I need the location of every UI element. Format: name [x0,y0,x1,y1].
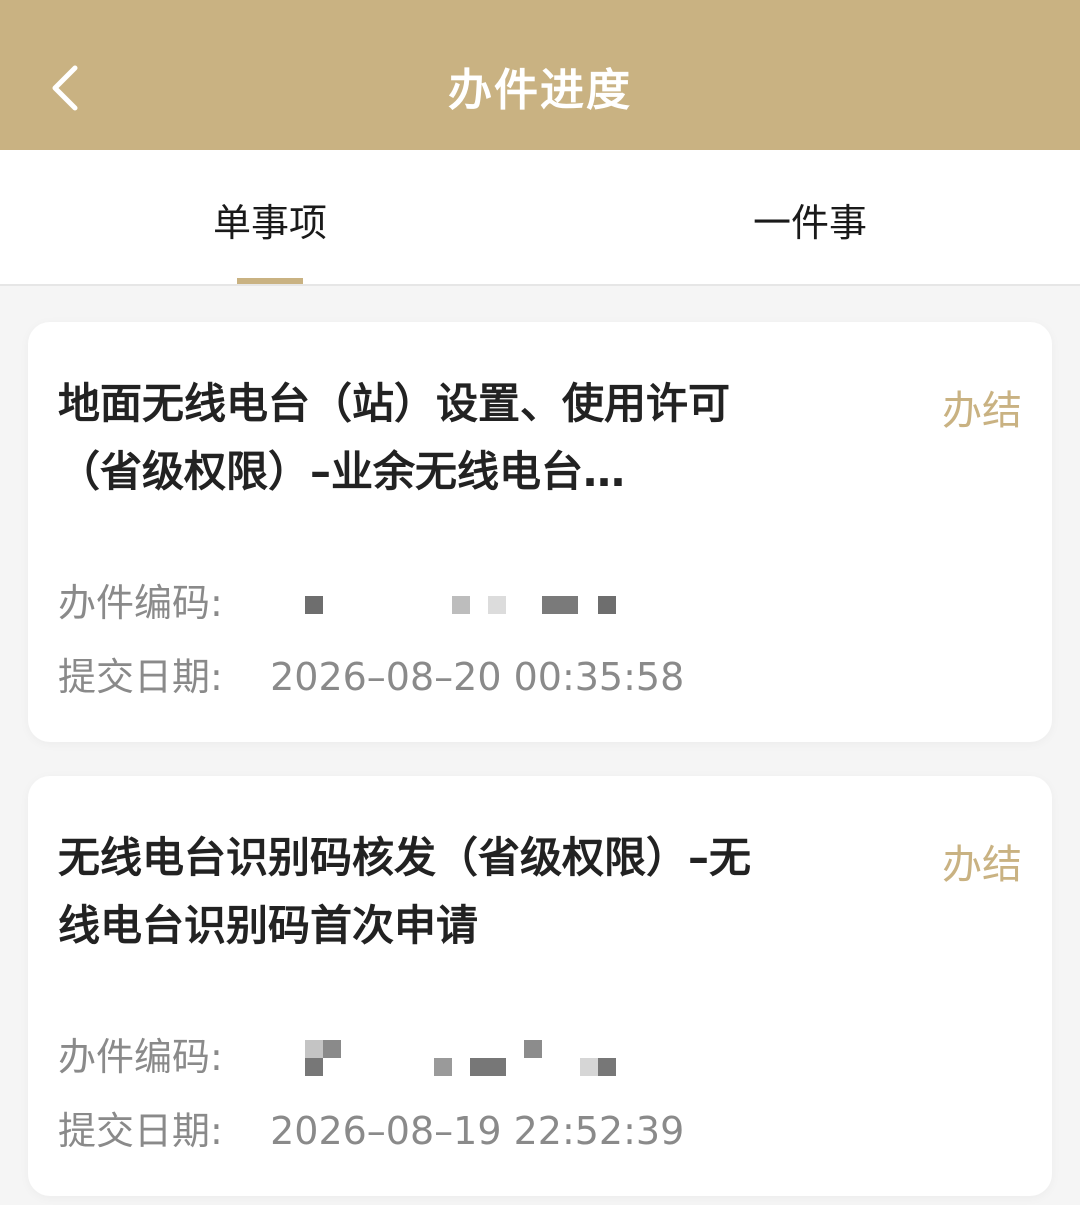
application-code-row: 办件编码: [58,1026,617,1081]
submission-date-value: 2026–08–20 00:35:58 [270,655,685,699]
active-tab-indicator [237,278,303,284]
submission-date-label: 提交日期: [58,655,223,699]
tab-bar: 单事项 一件事 [0,150,1080,286]
application-code-value-redacted [270,1039,617,1080]
top-bar: 办件进度 [0,0,1080,150]
submission-date-row: 提交日期: 2026–08–20 00:35:58 [58,646,684,701]
page-title: 办件进度 [448,65,632,116]
submission-date-label: 提交日期: [58,1109,223,1153]
application-card[interactable]: 地面无线电台（站）设置、使用许可（省级权限）–业余无线电台… 办结 办件编码: … [28,322,1052,742]
status-badge: 办结 [942,842,1022,888]
application-card[interactable]: 无线电台识别码核发（省级权限）–无线电台识别码首次申请 办结 办件编码: 提交日… [28,776,1052,1196]
application-code-row: 办件编码: [58,572,617,627]
application-code-value-redacted [270,586,617,626]
tab-one-thing[interactable]: 一件事 [540,150,1080,284]
tab-single-item[interactable]: 单事项 [0,150,540,284]
application-title: 地面无线电台（站）设置、使用许可（省级权限）–业余无线电台… [58,379,731,496]
application-code-label: 办件编码: [58,1035,223,1079]
submission-date-row: 提交日期: 2026–08–19 22:52:39 [58,1100,684,1155]
status-badge: 办结 [942,388,1022,434]
submission-date-value: 2026–08–19 22:52:39 [270,1109,685,1153]
application-code-label: 办件编码: [58,581,223,625]
tab-one-thing-label: 一件事 [752,201,867,245]
application-title: 无线电台识别码核发（省级权限）–无线电台识别码首次申请 [58,833,752,950]
